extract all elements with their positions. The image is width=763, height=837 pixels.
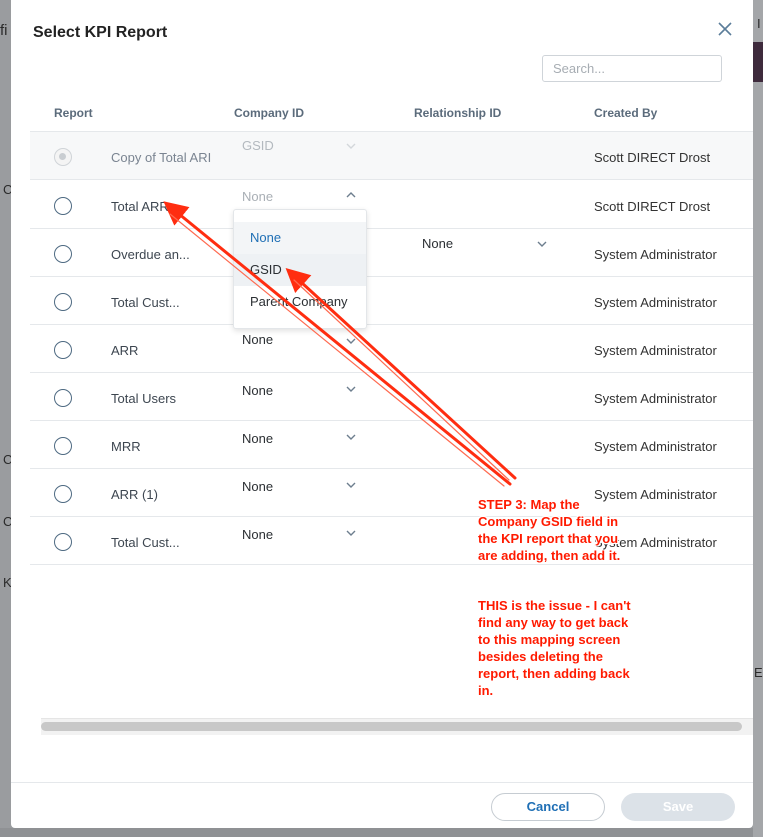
annotation-arrows: [163, 201, 517, 487]
annotation-step3-text: STEP 3: Map the Company GSID field in th…: [478, 497, 621, 563]
annotation-arrow-to-row: [163, 201, 512, 486]
annotation-arrow-to-gsid: [285, 267, 517, 480]
annotation-issue-text: THIS is the issue - I can't find any way…: [478, 598, 631, 698]
